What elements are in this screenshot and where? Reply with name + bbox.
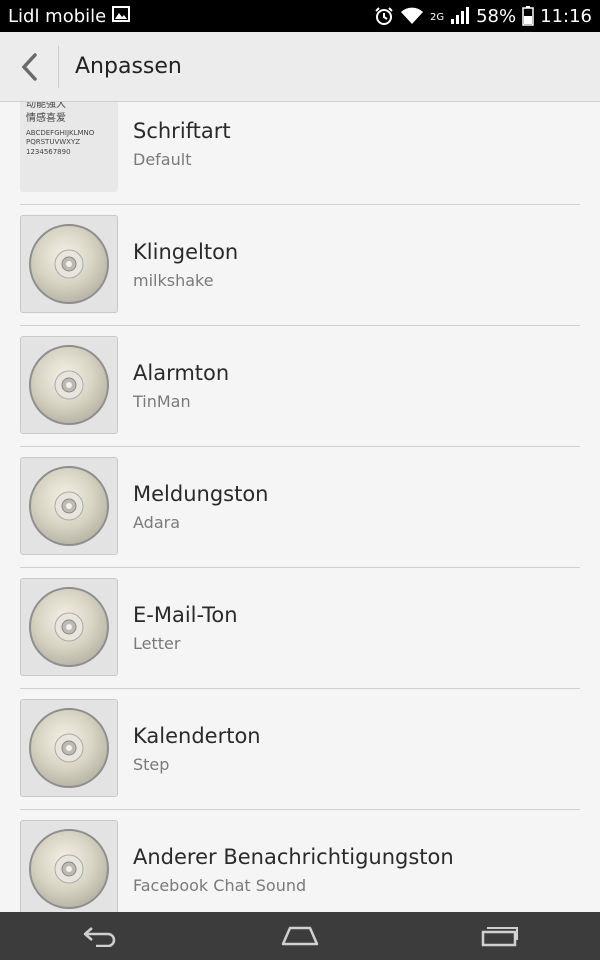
cd-disc-icon <box>20 215 118 313</box>
font-preview-line: ABCDEFGHIJKLMNO <box>26 129 95 137</box>
settings-list: 动能强大 情感喜爱 ABCDEFGHIJKLMNO PQRSTUVWXYZ 12… <box>0 102 600 912</box>
list-item-other-notification-tone[interactable]: Anderer Benachrichtigungston Facebook Ch… <box>20 810 580 912</box>
wifi-icon <box>400 7 424 25</box>
nav-home-button[interactable] <box>260 912 340 960</box>
font-preview-line: 动能强大 <box>26 102 66 110</box>
list-item-subtitle: Step <box>133 755 170 774</box>
recent-apps-icon <box>481 927 518 947</box>
list-item-title: Alarmton <box>133 361 230 385</box>
cd-disc-icon <box>20 699 118 797</box>
home-icon <box>281 926 319 946</box>
battery-icon <box>522 6 534 26</box>
cd-disc-icon <box>20 578 118 676</box>
list-item-subtitle: Adara <box>133 513 181 532</box>
list-item-title: Kalenderton <box>133 724 261 748</box>
list-item-alarm-tone[interactable]: Alarmton TinMan <box>20 326 580 447</box>
clock: 11:16 <box>540 5 592 27</box>
alarm-icon <box>374 6 394 26</box>
cd-disc-icon <box>20 820 118 912</box>
page-title: Anpassen <box>75 54 182 79</box>
battery-percent: 58% <box>476 5 517 27</box>
signal-icon <box>450 7 470 25</box>
list-item-notification-tone[interactable]: Meldungston Adara <box>20 447 580 568</box>
list-item-subtitle: Letter <box>133 634 181 653</box>
list-item-title: E-Mail-Ton <box>133 603 238 627</box>
list-item-title: Anderer Benachrichtigungston <box>133 845 454 869</box>
list-item-subtitle: Default <box>133 150 192 169</box>
back-icon <box>83 927 116 947</box>
gallery-notification-icon <box>112 5 131 27</box>
status-bar: Lidl mobile 2G 58% 11:16 <box>0 0 600 32</box>
font-preview-thumbnail: 动能强大 情感喜爱 ABCDEFGHIJKLMNO PQRSTUVWXYZ 12… <box>20 102 118 192</box>
chevron-left-icon <box>21 52 37 81</box>
font-preview-line: 情感喜爱 <box>26 113 66 124</box>
cd-disc-icon <box>20 457 118 555</box>
list-item-subtitle: Facebook Chat Sound <box>133 876 307 895</box>
navigation-bar <box>0 912 600 960</box>
list-item-subtitle: TinMan <box>133 392 191 411</box>
action-bar: Anpassen <box>0 32 600 102</box>
font-preview-line: PQRSTUVWXYZ <box>26 138 81 146</box>
font-preview-line: 1234567890 <box>26 148 71 156</box>
header-divider <box>58 45 59 88</box>
network-type-label: 2G <box>429 11 445 23</box>
list-item-title: Schriftart <box>133 119 231 143</box>
nav-back-button[interactable] <box>60 912 140 960</box>
carrier-label: Lidl mobile <box>8 5 107 27</box>
list-item-email-tone[interactable]: E-Mail-Ton Letter <box>20 568 580 689</box>
list-item-calendar-tone[interactable]: Kalenderton Step <box>20 689 580 810</box>
list-item-subtitle: milkshake <box>133 271 214 290</box>
back-button[interactable] <box>0 32 58 102</box>
list-item-font[interactable]: 动能强大 情感喜爱 ABCDEFGHIJKLMNO PQRSTUVWXYZ 12… <box>20 102 580 205</box>
list-item-ringtone[interactable]: Klingelton milkshake <box>20 205 580 326</box>
list-item-title: Klingelton <box>133 240 239 264</box>
list-item-title: Meldungston <box>133 482 269 506</box>
cd-disc-icon <box>20 336 118 434</box>
nav-recent-apps-button[interactable] <box>460 912 540 960</box>
